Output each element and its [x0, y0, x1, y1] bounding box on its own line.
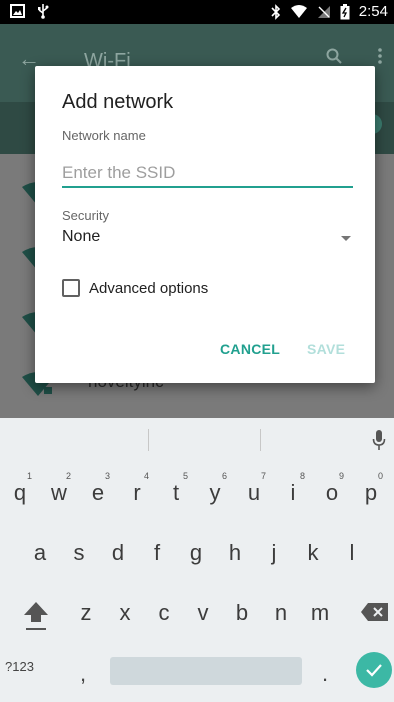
key-b[interactable]: b [224, 588, 260, 638]
key-number-hint: 0 [377, 471, 383, 481]
image-icon [10, 4, 25, 18]
period-key[interactable]: . [322, 661, 328, 687]
security-dropdown[interactable]: None [62, 228, 353, 252]
key-label: q [13, 480, 27, 505]
key-number-hint: 2 [65, 471, 71, 481]
microphone-icon[interactable] [372, 429, 386, 451]
key-u[interactable]: 7u [236, 468, 272, 518]
key-number-hint: 6 [221, 471, 227, 481]
key-n[interactable]: n [263, 588, 299, 638]
key-k[interactable]: k [295, 528, 331, 578]
key-p[interactable]: 0p [353, 468, 389, 518]
key-e[interactable]: 3e [80, 468, 116, 518]
suggestion-divider [260, 429, 261, 451]
key-number-hint: 1 [26, 471, 32, 481]
key-a[interactable]: a [22, 528, 58, 578]
suggestion-bar [0, 418, 394, 462]
key-h[interactable]: h [217, 528, 253, 578]
advanced-options-label: Advanced options [89, 279, 209, 297]
key-label: p [364, 480, 378, 505]
cell-signal-icon [317, 5, 330, 18]
network-name-label: Network name [62, 128, 146, 143]
battery-icon [340, 3, 350, 19]
key-number-hint: 7 [260, 471, 266, 481]
key-label: e [91, 480, 105, 505]
security-label: Security [62, 208, 109, 223]
key-s[interactable]: s [61, 528, 97, 578]
space-key[interactable] [110, 657, 302, 685]
key-t[interactable]: 5t [158, 468, 194, 518]
key-label: t [172, 480, 180, 505]
status-bar: 2:54 [0, 0, 394, 24]
status-time: 2:54 [358, 3, 388, 20]
key-c[interactable]: c [146, 588, 182, 638]
shift-icon[interactable] [22, 598, 50, 632]
key-label: r [133, 480, 141, 505]
key-i[interactable]: 8i [275, 468, 311, 518]
usb-icon [38, 4, 49, 19]
key-label: o [325, 480, 339, 505]
key-w[interactable]: 2w [41, 468, 77, 518]
key-l[interactable]: l [334, 528, 370, 578]
more-options-icon[interactable] [378, 48, 382, 64]
key-label: y [209, 480, 221, 505]
key-v[interactable]: v [185, 588, 221, 638]
key-r[interactable]: 4r [119, 468, 155, 518]
backspace-icon[interactable] [360, 601, 390, 623]
key-number-hint: 8 [299, 471, 305, 481]
wifi-signal-icon [290, 4, 307, 18]
enter-key[interactable] [356, 652, 392, 688]
suggestion-divider [148, 429, 149, 451]
key-o[interactable]: 9o [314, 468, 350, 518]
advanced-options-checkbox[interactable] [62, 279, 80, 297]
key-q[interactable]: 1q [2, 468, 38, 518]
key-z[interactable]: z [68, 588, 104, 638]
cancel-button[interactable]: CANCEL [220, 341, 280, 357]
key-label: i [290, 480, 296, 505]
security-value: None [62, 228, 101, 245]
advanced-options-row[interactable]: Advanced options [62, 277, 208, 299]
comma-key[interactable]: , [80, 661, 86, 687]
dropdown-arrow-icon [341, 236, 351, 241]
ssid-input[interactable] [62, 160, 353, 188]
add-network-dialog: Add network Network name Security None A… [35, 66, 375, 383]
key-f[interactable]: f [139, 528, 175, 578]
bluetooth-icon [271, 3, 280, 20]
dialog-title: Add network [62, 91, 174, 113]
key-label: w [51, 480, 67, 505]
search-icon[interactable] [326, 48, 342, 64]
key-number-hint: 9 [338, 471, 344, 481]
checkmark-icon [366, 664, 382, 677]
key-m[interactable]: m [302, 588, 338, 638]
key-g[interactable]: g [178, 528, 214, 578]
save-button[interactable]: SAVE [307, 341, 345, 357]
key-y[interactable]: 6y [197, 468, 233, 518]
key-number-hint: 4 [143, 471, 149, 481]
symbols-key[interactable]: ?123 [5, 659, 45, 679]
key-x[interactable]: x [107, 588, 143, 638]
key-label: u [247, 480, 261, 505]
key-j[interactable]: j [256, 528, 292, 578]
key-d[interactable]: d [100, 528, 136, 578]
key-number-hint: 3 [104, 471, 110, 481]
key-number-hint: 5 [182, 471, 188, 481]
keyboard: 1q2w3e4r5t6y7u8i9o0p asdfghjkl zxcvbnm ?… [0, 418, 394, 702]
